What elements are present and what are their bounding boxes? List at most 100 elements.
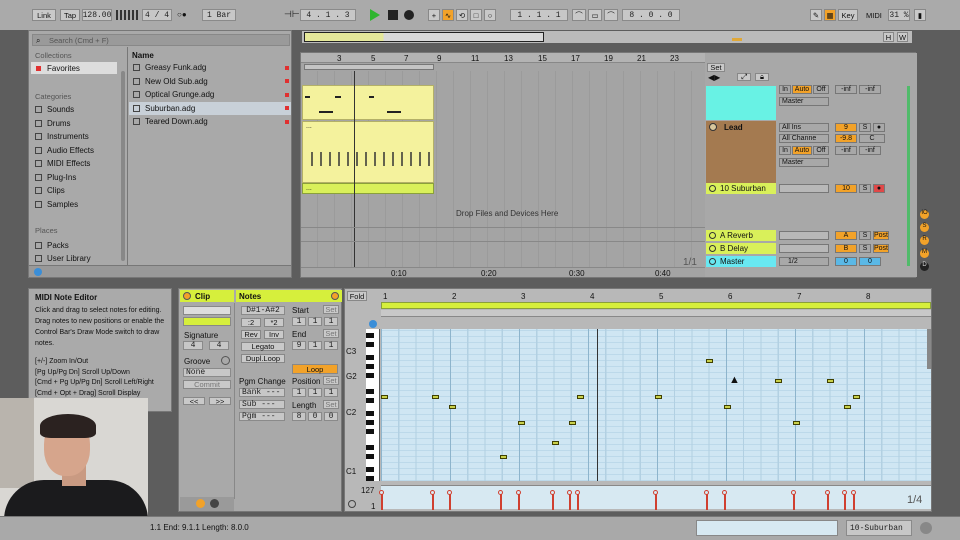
overdub-icon[interactable]: + — [428, 9, 440, 21]
set-button[interactable]: Set — [707, 63, 725, 72]
set-position-button[interactable]: Set — [323, 376, 339, 385]
start-bar-field[interactable]: 1 — [292, 317, 306, 326]
notes-tab[interactable]: Notes — [236, 290, 342, 302]
file-item-teared-down[interactable]: Teared Down.adg — [129, 115, 291, 129]
sidebar-item-favorites[interactable]: Favorites — [31, 62, 117, 74]
midi-note[interactable] — [793, 421, 800, 425]
signature-field[interactable]: 4 / 4 — [142, 9, 172, 21]
beat-ruler[interactable]: 3 5 7 9 11 13 15 17 19 21 23 — [301, 53, 705, 63]
post-button[interactable]: Post — [873, 244, 889, 253]
midi-note[interactable] — [827, 379, 834, 383]
file-item-greasy-funk[interactable]: Greasy Funk.adg — [129, 61, 291, 75]
overview-window[interactable] — [304, 32, 544, 42]
arrangement-w-toggle[interactable]: W — [897, 32, 908, 42]
tempo-field[interactable]: 128.00 — [82, 9, 112, 21]
quantization-select[interactable]: 1 Bar — [202, 9, 236, 21]
solo-button[interactable]: S — [859, 244, 871, 253]
track-b-delay-header[interactable]: B Delay — [706, 243, 776, 254]
program-field[interactable]: Pgm --- — [239, 412, 285, 421]
status-nav-icon[interactable] — [920, 522, 932, 534]
notes-expand-icon[interactable] — [331, 292, 339, 300]
velocity-handle[interactable] — [575, 490, 580, 495]
black-key[interactable] — [366, 342, 374, 347]
end-beat-field[interactable]: 1 — [308, 341, 322, 350]
velocity-handle[interactable] — [704, 490, 709, 495]
channel-select[interactable]: All Channe — [779, 134, 829, 143]
post-button[interactable]: Post — [873, 231, 889, 240]
clip-activator-icon[interactable] — [183, 292, 191, 300]
clip-suburban[interactable]: ... — [302, 183, 434, 194]
set-start-button[interactable]: Set — [323, 305, 339, 314]
double-button[interactable]: *2 — [264, 318, 284, 327]
velocity-handle[interactable] — [825, 490, 830, 495]
loop-length-field[interactable]: 8 . 0 . 0 — [622, 9, 680, 21]
track-fold-icon[interactable] — [709, 185, 716, 192]
punch-out-icon[interactable]: ⌒ — [604, 9, 618, 21]
signature-denominator[interactable]: 4 — [209, 341, 229, 350]
velocity-handle[interactable] — [653, 490, 658, 495]
start-beat-field[interactable]: 1 — [308, 317, 322, 326]
black-key[interactable] — [366, 364, 374, 369]
arm-icon[interactable]: ● — [873, 184, 885, 193]
follow-icon[interactable]: ⊣⊢ — [284, 9, 300, 20]
link-button[interactable]: Link — [32, 9, 56, 21]
signature-numerator[interactable]: 4 — [183, 341, 203, 350]
lock-icon[interactable]: 🔒︎ — [755, 72, 769, 81]
length-bar-field[interactable]: 8 — [292, 412, 306, 421]
file-item-optical-grunge[interactable]: Optical Grunge.adg — [129, 88, 291, 102]
master-volume[interactable]: 0 — [835, 257, 857, 266]
track-suburban-header[interactable]: 10 Suburban — [706, 183, 776, 194]
track-volume[interactable]: 9 — [835, 123, 857, 132]
return-label[interactable]: A — [835, 231, 857, 240]
preview-icon[interactable] — [34, 268, 42, 276]
start-sixteenth-field[interactable]: 1 — [324, 317, 338, 326]
duplicate-loop-button[interactable]: Dupl.Loop — [241, 354, 285, 363]
black-key[interactable] — [366, 420, 374, 425]
output-select[interactable]: Master — [779, 97, 829, 106]
editor-scrollbar[interactable] — [927, 329, 931, 369]
position-beat-field[interactable]: 1 — [308, 388, 322, 397]
black-key[interactable] — [366, 445, 374, 450]
midi-note[interactable] — [552, 441, 559, 445]
black-key[interactable] — [366, 355, 374, 360]
track-activator[interactable] — [779, 231, 829, 240]
sidebar-item-clips[interactable]: Clips — [35, 184, 119, 198]
sidebar-item-drums[interactable]: Drums — [35, 117, 119, 131]
note-range-field[interactable]: D#1-A#2 — [241, 306, 285, 315]
velocity-handle[interactable] — [842, 490, 847, 495]
monitor-off-button[interactable]: Off — [813, 85, 829, 94]
midi-note[interactable] — [381, 395, 388, 399]
cue-ratio-select[interactable]: 1/2 — [779, 257, 829, 266]
sidebar-item-instruments[interactable]: Instruments — [35, 130, 119, 144]
loop-start-field[interactable]: 1 . 1 . 1 — [510, 9, 568, 21]
length-beat-field[interactable]: 0 — [308, 412, 322, 421]
search-input[interactable]: Search (Cmd + F) — [49, 36, 109, 45]
capture-icon[interactable]: □ — [470, 9, 482, 21]
draw-mode-icon[interactable]: ✎ — [810, 9, 822, 21]
time-ruler[interactable]: 0:10 0:20 0:30 0:40 — [301, 267, 705, 278]
track-fold-icon[interactable] — [709, 258, 716, 265]
file-item-suburban[interactable]: Suburban.adg — [129, 101, 291, 115]
midi-note[interactable] — [500, 455, 507, 459]
track-activator[interactable] — [779, 184, 829, 193]
clip-tab[interactable]: Clip — [180, 290, 234, 302]
status-clip-overview[interactable] — [696, 520, 838, 536]
black-key[interactable] — [366, 476, 374, 481]
session-record-icon[interactable]: ○ — [484, 9, 496, 21]
loop-switch-icon[interactable]: ▭ — [588, 9, 602, 21]
velocity-handle[interactable] — [722, 490, 727, 495]
midi-note[interactable] — [853, 395, 860, 399]
track-activator[interactable] — [779, 244, 829, 253]
return-label[interactable]: B — [835, 244, 857, 253]
clip-name-field[interactable] — [183, 306, 231, 315]
black-key[interactable] — [366, 429, 374, 434]
midi-note[interactable] — [655, 395, 662, 399]
track-volume[interactable]: 10 — [835, 184, 857, 193]
clip-settings-icon[interactable] — [210, 499, 219, 508]
mixer-toggle-icon[interactable]: M — [920, 249, 929, 258]
key-map-button[interactable]: Key — [838, 9, 858, 21]
position-bar-field[interactable]: 1 — [292, 388, 306, 397]
bar-ruler[interactable]: 1 2 3 4 5 6 7 8 — [381, 290, 931, 302]
velocity-handle[interactable] — [851, 490, 856, 495]
midi-note[interactable] — [724, 405, 731, 409]
